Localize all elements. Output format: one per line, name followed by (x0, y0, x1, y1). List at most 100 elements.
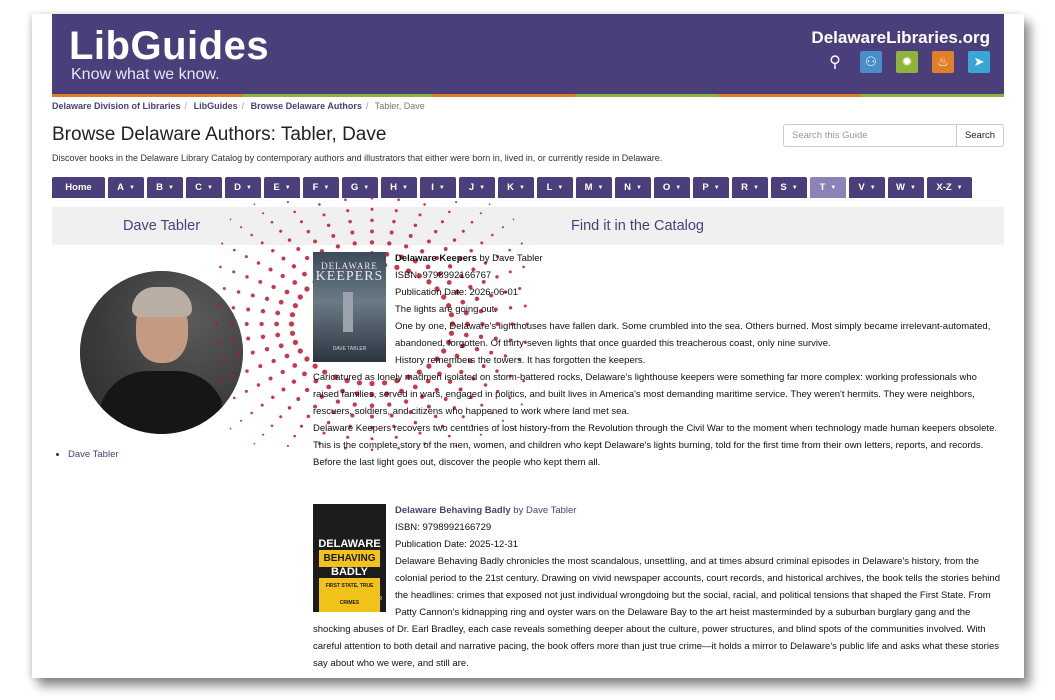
tab-j[interactable]: J ▼ (459, 177, 495, 198)
tab-a[interactable]: A ▼ (108, 177, 144, 198)
tab-p[interactable]: P ▼ (693, 177, 729, 198)
tab-g[interactable]: G ▼ (342, 177, 378, 198)
people-icon[interactable]: ⚇ (860, 51, 882, 73)
chevron-down-icon: ▼ (752, 184, 759, 191)
chevron-down-icon: ▼ (206, 184, 213, 191)
chevron-down-icon: ▼ (363, 184, 370, 191)
tab-label: C (195, 182, 202, 193)
flame-icon[interactable]: ♨ (932, 51, 954, 73)
burst-dot (455, 201, 458, 204)
tab-t[interactable]: T ▼ (810, 177, 846, 198)
tab-label: W (896, 182, 905, 193)
tab-s[interactable]: S ▼ (771, 177, 807, 198)
breadcrumb-division[interactable]: Delaware Division of Libraries (52, 101, 181, 111)
tab-w[interactable]: W ▼ (888, 177, 924, 198)
burst-dot (274, 321, 279, 327)
tab-label: R (741, 182, 748, 193)
tab-label: V (858, 182, 865, 193)
tab-i[interactable]: I ▼ (420, 177, 456, 198)
book-isbn: ISBN: 9798992166767 (395, 270, 492, 281)
burst-dot (292, 363, 298, 368)
burst-dot (280, 369, 285, 375)
tab-c[interactable]: C ▼ (186, 177, 222, 198)
author-link[interactable]: Dave Tabler (68, 449, 119, 460)
book-cover-behaving-badly[interactable]: DELAWARE BEHAVING BADLY FIRST STATE, TRU… (313, 504, 386, 612)
site-name-link[interactable]: DelawareLibraries.org (811, 28, 990, 48)
book-entry-keepers: DELAWARE KEEPERS DAVE TABLER Delaware Ke… (313, 250, 1003, 471)
tab-e[interactable]: E ▼ (264, 177, 300, 198)
burst-dot (281, 256, 286, 261)
tab-label: M (584, 182, 593, 193)
search-input[interactable] (783, 124, 956, 147)
tab-h[interactable]: H ▼ (381, 177, 417, 198)
burst-dot (304, 286, 310, 292)
search-icon[interactable]: ⚲ (824, 51, 846, 73)
banner-icon-row: ⚲ ⚇ ✹ ♨ ➤ (824, 51, 990, 73)
tab-k[interactable]: K ▼ (498, 177, 534, 198)
tab-label: L (546, 182, 553, 193)
burst-dot (296, 397, 301, 401)
tab-x-z[interactable]: X-Z ▼ (927, 177, 972, 198)
alphabet-tabs: Home A ▼ B ▼ C ▼ D ▼ E ▼ F ▼ G ▼ H ▼ I ▼ J ▼ K ▼ L ▼ M ▼ N ▼ O ▼ P ▼ R ▼ S ▼… (52, 177, 972, 198)
tab-l[interactable]: L ▼ (537, 177, 573, 198)
tab-label: H (390, 182, 397, 193)
burst-dot (292, 339, 298, 345)
burst-dot (250, 293, 255, 298)
search-button[interactable]: Search (956, 124, 1004, 147)
chevron-down-icon: ▼ (557, 184, 564, 191)
burst-dot (260, 334, 266, 339)
burst-dot (286, 201, 289, 204)
chevron-down-icon: ▼ (167, 184, 174, 191)
chevron-down-icon: ▼ (869, 184, 876, 191)
breadcrumb-current: Tabler, Dave (374, 101, 425, 111)
burst-dot (344, 198, 347, 201)
tab-d[interactable]: D ▼ (225, 177, 261, 198)
book-paragraph: Before the last light goes out, discover… (313, 457, 601, 468)
author-list: Dave Tabler (68, 449, 119, 460)
author-box-header: Dave Tabler (52, 207, 271, 245)
burst-dot (250, 350, 255, 355)
burst-dot (270, 424, 274, 428)
book-paragraph: Caricatured as lonely madmen isolated on… (313, 372, 977, 417)
tab-home[interactable]: Home (52, 177, 105, 198)
book-author[interactable]: by Dave Tabler (511, 505, 576, 516)
burst-dot (268, 267, 273, 272)
chevron-down-icon: ▼ (323, 184, 330, 191)
page-description: Discover books in the Delaware Library C… (52, 153, 663, 163)
burst-dot (268, 376, 273, 381)
burst-dot (256, 261, 261, 265)
tab-label: S (780, 182, 787, 193)
breadcrumb-libguides[interactable]: LibGuides (194, 101, 238, 111)
burst-dot (291, 264, 297, 269)
tab-v[interactable]: V ▼ (849, 177, 885, 198)
burst-dot (423, 203, 426, 206)
burst-dot (280, 273, 285, 279)
tab-f[interactable]: F ▼ (303, 177, 339, 198)
libguides-logo[interactable]: LibGuides (69, 24, 269, 69)
tab-b[interactable]: B ▼ (147, 177, 183, 198)
gear-icon[interactable]: ✹ (896, 51, 918, 73)
tab-m[interactable]: M ▼ (576, 177, 612, 198)
book-cover-keepers[interactable]: DELAWARE KEEPERS DAVE TABLER (313, 252, 386, 362)
tab-label: F (312, 182, 319, 193)
book-isbn: ISBN: 9798992166729 (395, 522, 492, 533)
book-paragraph: One by one, Delaware's lighthouses have … (395, 321, 991, 349)
burst-dot (306, 414, 311, 419)
book-entry-behaving-badly: DELAWARE BEHAVING BADLY FIRST STATE, TRU… (313, 502, 1003, 672)
bird-icon[interactable]: ➤ (968, 51, 990, 73)
tab-r[interactable]: R ▼ (732, 177, 768, 198)
burst-dot (281, 387, 286, 392)
tab-o[interactable]: O ▼ (654, 177, 690, 198)
book-title[interactable]: Delaware Keepers (395, 253, 477, 264)
tab-label: K (507, 182, 514, 193)
book-title-link[interactable]: Delaware Behaving Badly (395, 505, 511, 516)
breadcrumb-browse-authors[interactable]: Browse Delaware Authors (251, 101, 362, 111)
book-author: by Dave Tabler (476, 253, 543, 264)
burst-dot (278, 299, 284, 305)
chevron-down-icon: ▼ (956, 184, 963, 191)
tab-n[interactable]: N ▼ (615, 177, 651, 198)
burst-dot (284, 353, 290, 359)
burst-dot (318, 203, 321, 206)
site-banner: LibGuides Know what we know. DelawareLib… (52, 14, 1004, 94)
burst-dot (253, 203, 256, 206)
